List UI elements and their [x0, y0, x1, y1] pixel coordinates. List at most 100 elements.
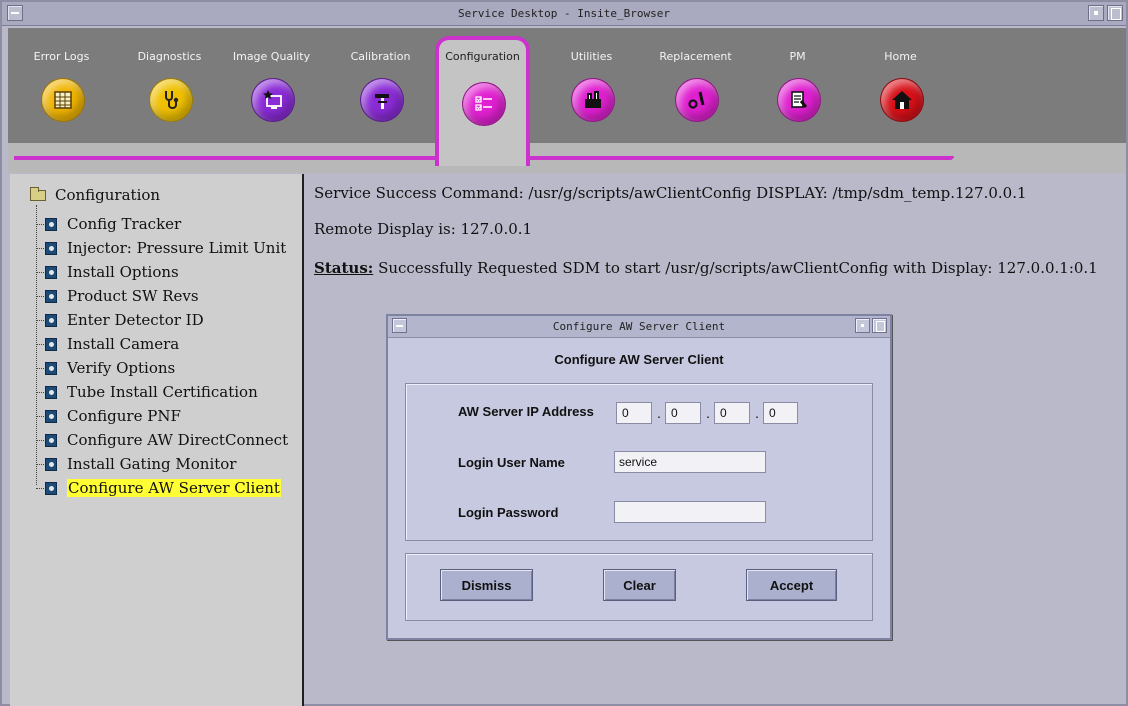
document-icon: [45, 217, 57, 231]
tree-root-label: Configuration: [55, 186, 161, 204]
tab-error-logs[interactable]: Error Logs: [14, 28, 109, 148]
document-icon: [45, 361, 57, 375]
tab-label: Home: [884, 50, 917, 63]
house-icon: [880, 78, 924, 122]
tree-item-label: Configure AW Server Client: [67, 479, 281, 497]
ip-separator: .: [657, 405, 661, 421]
tab-label: Image Quality: [232, 50, 311, 63]
document-icon: [45, 241, 57, 255]
tree-item-label: Tube Install Certification: [67, 383, 258, 401]
checklist-icon: [462, 82, 506, 126]
tree-connector: [36, 295, 44, 297]
toolbox-icon: [571, 78, 615, 122]
maximize-button[interactable]: [1107, 5, 1123, 21]
document-icon: [45, 433, 57, 447]
document-icon: [45, 313, 57, 327]
tree-connector: [36, 463, 44, 465]
clear-button[interactable]: Clear: [603, 569, 676, 601]
minimize-button[interactable]: [1088, 5, 1104, 21]
login-user-label: Login User Name: [458, 455, 565, 470]
tree-item-label: Product SW Revs: [67, 287, 199, 305]
tree-connector: [36, 415, 44, 417]
tab-replacement[interactable]: Replacement: [648, 28, 743, 148]
tree-item[interactable]: Config Tracker: [36, 212, 288, 236]
tree-item-label: Install Options: [67, 263, 179, 281]
folder-icon: [30, 186, 46, 201]
ip-octet-2-input[interactable]: 0: [665, 402, 701, 424]
tree-item-label: Injector: Pressure Limit Unit: [67, 239, 287, 257]
tree-item-label: Enter Detector ID: [67, 311, 204, 329]
tree-item[interactable]: Install Options: [36, 260, 288, 284]
window-titlebar[interactable]: Service Desktop - Insite_Browser: [2, 2, 1126, 26]
dialog-titlebar[interactable]: Configure AW Server Client: [388, 316, 890, 338]
clipboard-wrench-icon: [777, 78, 821, 122]
remote-display-text: Remote Display is: 127.0.0.1: [314, 220, 533, 238]
tree-item[interactable]: Verify Options: [36, 356, 288, 380]
tree-root[interactable]: Configuration: [30, 186, 160, 204]
tab-label: Calibration: [350, 50, 411, 63]
tab-utilities[interactable]: Utilities: [544, 28, 639, 148]
ip-separator: .: [706, 405, 710, 421]
tree-item[interactable]: Tube Install Certification: [36, 380, 288, 404]
tree-connector: [36, 391, 44, 393]
ip-address-label: AW Server IP Address: [458, 404, 594, 419]
ip-octet-4-input[interactable]: 0: [763, 402, 798, 424]
tree-connector: [36, 487, 44, 489]
login-password-input[interactable]: [614, 501, 766, 523]
tree-item[interactable]: Configure AW DirectConnect: [36, 428, 288, 452]
dialog-maximize-button[interactable]: [872, 318, 887, 333]
tree-connector: [36, 367, 44, 369]
document-icon: [45, 481, 57, 495]
log-grid-icon: [41, 78, 85, 122]
tree-connector: [36, 271, 44, 273]
ip-separator: .: [755, 405, 759, 421]
command-line-text: Service Success Command: /usr/g/scripts/…: [314, 184, 1027, 202]
tree-item[interactable]: Injector: Pressure Limit Unit: [36, 236, 288, 260]
tab-label: Replacement: [659, 50, 732, 63]
tree-item-label: Install Gating Monitor: [67, 455, 237, 473]
tab-home[interactable]: Home: [853, 28, 948, 148]
tree-connector: [36, 439, 44, 441]
document-icon: [45, 409, 57, 423]
buttons-group: Dismiss Clear Accept: [405, 553, 873, 621]
dialog-minimize-button[interactable]: [855, 318, 870, 333]
ip-octet-3-input[interactable]: 0: [714, 402, 750, 424]
dismiss-button[interactable]: Dismiss: [440, 569, 533, 601]
app-window: Service Desktop - Insite_Browser Error L…: [0, 0, 1128, 706]
tab-configuration[interactable]: Configuration: [435, 36, 530, 166]
document-icon: [45, 385, 57, 399]
main-toolbar: Error Logs Diagnostics Image Quality Cal…: [8, 28, 1126, 173]
tab-label: Utilities: [570, 50, 613, 63]
accept-button[interactable]: Accept: [746, 569, 837, 601]
aw-server-client-dialog: Configure AW Server Client Configure AW …: [386, 314, 892, 640]
tree-item-label: Install Camera: [67, 335, 180, 353]
tools-icon: [360, 78, 404, 122]
status-text: Successfully Requested SDM to start /usr…: [373, 259, 1098, 277]
tree-item[interactable]: Install Camera: [36, 332, 288, 356]
tree-item[interactable]: Install Gating Monitor: [36, 452, 288, 476]
tree-item[interactable]: Configure AW Server Client: [36, 476, 288, 500]
tab-label: Configuration: [445, 50, 520, 63]
document-icon: [45, 265, 57, 279]
tab-label: Diagnostics: [137, 50, 202, 63]
document-icon: [45, 289, 57, 303]
login-password-label: Login Password: [458, 505, 559, 520]
wrench-icon: [675, 78, 719, 122]
tree-connector: [36, 319, 44, 321]
tree-item[interactable]: Product SW Revs: [36, 284, 288, 308]
tree-list: Config Tracker Injector: Pressure Limit U…: [36, 212, 288, 500]
tree-item[interactable]: Configure PNF: [36, 404, 288, 428]
tab-pm[interactable]: PM: [750, 28, 845, 148]
dialog-title: Configure AW Server Client: [552, 320, 726, 333]
tree-connector: [36, 223, 44, 225]
tab-image-quality[interactable]: Image Quality: [224, 28, 319, 148]
tree-item[interactable]: Enter Detector ID: [36, 308, 288, 332]
ip-octet-1-input[interactable]: 0: [616, 402, 652, 424]
tab-diagnostics[interactable]: Diagnostics: [122, 28, 217, 148]
monitor-star-icon: [251, 78, 295, 122]
tab-label: PM: [789, 50, 806, 63]
tab-calibration[interactable]: Calibration: [333, 28, 428, 148]
login-user-input[interactable]: service: [614, 451, 766, 473]
tree-item-label: Configure PNF: [67, 407, 181, 425]
document-icon: [45, 457, 57, 471]
